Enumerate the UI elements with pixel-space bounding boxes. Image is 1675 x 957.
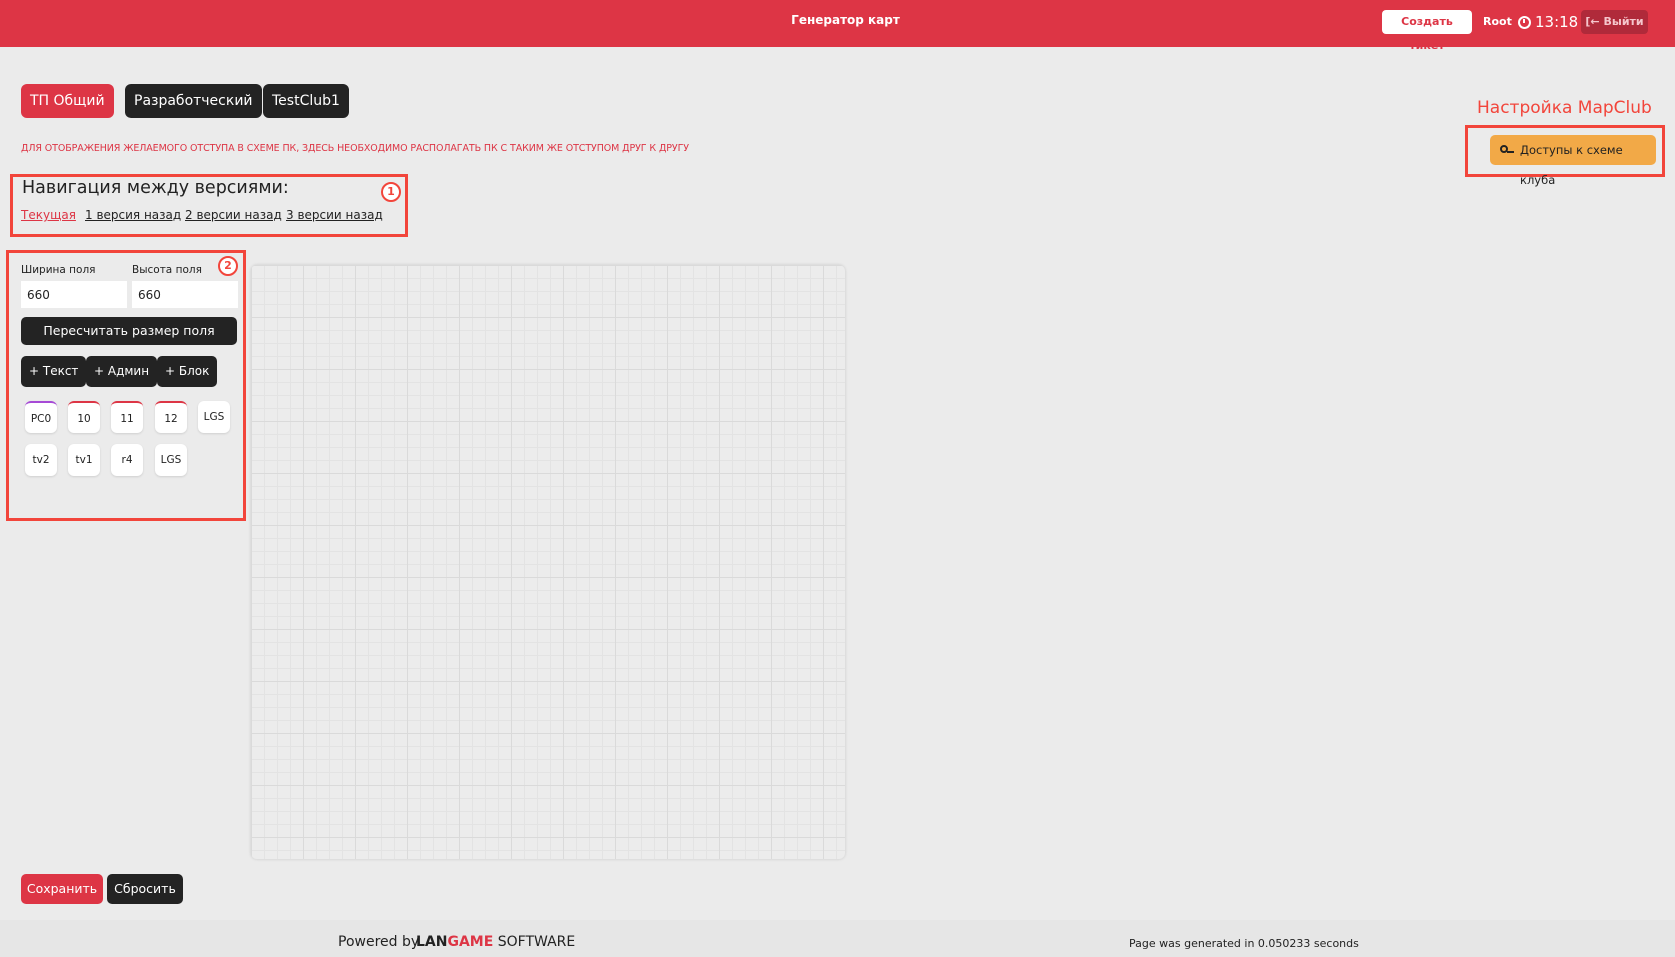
generation-time: Page was generated in 0.050233 seconds	[1129, 937, 1359, 950]
mapclub-settings-title: Настройка MapClub	[1477, 98, 1652, 118]
club-scheme-access-button[interactable]: Доступы к схеме клуба	[1490, 135, 1656, 187]
add-admin-button[interactable]: + Админ	[86, 356, 158, 387]
powered-by-text: Powered by	[338, 934, 420, 950]
element-chip[interactable]: 12	[155, 401, 187, 433]
logout-button[interactable]: [← Выйти	[1581, 10, 1648, 34]
user-name[interactable]: Root	[1483, 11, 1512, 33]
element-chip[interactable]: PC0	[25, 401, 57, 433]
add-text-button[interactable]: + Текст	[21, 356, 87, 387]
brand-logo: LANGAME SOFTWARE	[416, 934, 575, 950]
element-chip[interactable]: tv1	[68, 444, 100, 476]
logout-label: Выйти	[1603, 15, 1644, 28]
brand-software: SOFTWARE	[497, 934, 576, 950]
save-button[interactable]: Сохранить	[21, 874, 103, 904]
clock-icon	[1518, 15, 1531, 29]
tab-testclub1[interactable]: TestClub1	[263, 84, 349, 118]
height-field[interactable]	[132, 281, 238, 308]
clock-time: 13:18	[1535, 13, 1579, 31]
brand-lan: LAN	[416, 934, 448, 950]
version-link-current[interactable]: Текущая	[21, 208, 76, 222]
height-label: Высота поля	[132, 264, 202, 276]
logout-icon: [←	[1585, 15, 1600, 28]
add-block-button[interactable]: + Блок	[157, 356, 218, 387]
annotation-badge-1: 1	[381, 182, 401, 202]
key-icon	[1500, 145, 1514, 153]
width-label: Ширина поля	[21, 264, 96, 276]
version-link-2-back[interactable]: 2 версии назад	[185, 208, 282, 222]
element-chip[interactable]: 11	[111, 401, 143, 433]
element-chip[interactable]: r4	[111, 444, 143, 476]
clock: 13:18	[1518, 10, 1578, 34]
spacing-notice: ДЛЯ ОТОБРАЖЕНИЯ ЖЕЛАЕМОГО ОТСТУПА В СХЕМ…	[21, 143, 689, 154]
recalc-size-button[interactable]: Пересчитать размер поля	[21, 317, 237, 345]
tab-development[interactable]: Разработческий	[125, 84, 262, 118]
element-chip[interactable]: LGS	[155, 444, 187, 476]
map-canvas[interactable]	[251, 265, 845, 859]
element-chip[interactable]: tv2	[25, 444, 57, 476]
create-ticket-button[interactable]: Создать тикет	[1382, 10, 1472, 52]
reset-button[interactable]: Сбросить	[107, 874, 183, 904]
element-chip[interactable]: 10	[68, 401, 100, 433]
tab-tp-general[interactable]: ТП Общий	[21, 84, 114, 118]
annotation-badge-2: 2	[218, 256, 238, 276]
element-chip[interactable]: LGS	[198, 401, 230, 433]
top-bar: Генератор карт Создать тикет Root 13:18 …	[0, 0, 1675, 52]
footer	[0, 920, 1675, 957]
version-link-3-back[interactable]: 3 версии назад	[286, 208, 383, 222]
brand-game: GAME	[447, 934, 494, 950]
versions-nav-title: Навигация между версиями:	[22, 178, 289, 198]
version-link-1-back[interactable]: 1 версия назад	[85, 208, 181, 222]
width-field[interactable]	[21, 281, 127, 308]
